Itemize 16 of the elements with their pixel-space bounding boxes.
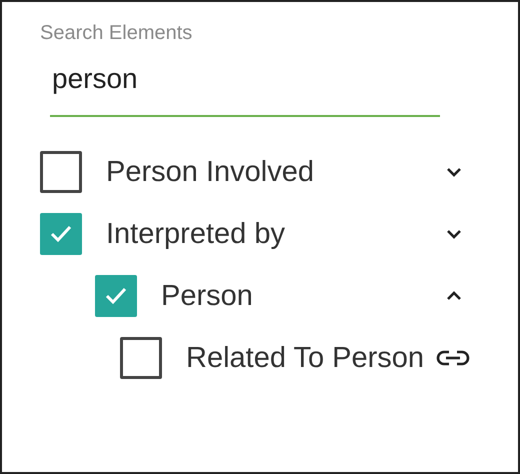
chevron-up-icon[interactable] xyxy=(446,291,462,301)
checkbox[interactable] xyxy=(95,275,137,317)
checkmark-icon xyxy=(49,224,73,244)
search-label: Search Elements xyxy=(40,22,192,45)
tree-item-label: Person xyxy=(161,280,253,312)
checkbox[interactable] xyxy=(120,337,162,379)
tree-item-label: Person Involved xyxy=(106,156,314,188)
checkmark-icon xyxy=(104,286,128,306)
checkbox[interactable] xyxy=(40,151,82,193)
chevron-down-icon[interactable] xyxy=(446,229,462,239)
checkbox[interactable] xyxy=(40,213,82,255)
chevron-down-icon[interactable] xyxy=(446,167,462,177)
search-field[interactable]: person xyxy=(50,63,440,117)
link-icon[interactable] xyxy=(436,350,470,366)
tree-item-label: Related To Person xyxy=(186,342,424,374)
tree-item-label: Interpreted by xyxy=(106,218,285,250)
